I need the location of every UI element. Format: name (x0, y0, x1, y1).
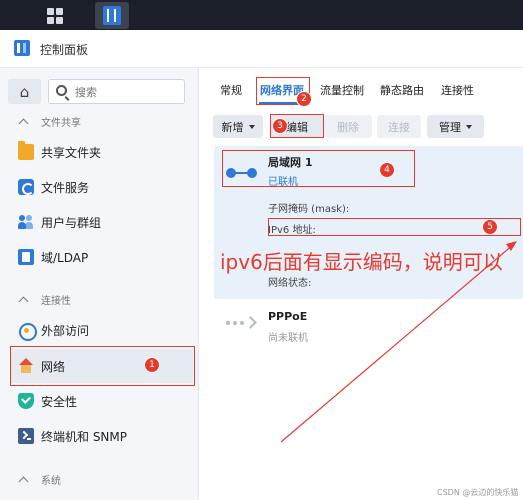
main-menu-button[interactable] (38, 2, 72, 29)
ldap-icon (18, 249, 34, 265)
tab-connectivity[interactable]: 连接性 (441, 82, 474, 98)
new-button[interactable]: 新增 (213, 115, 263, 138)
home-icon: ⌂ (19, 82, 30, 101)
sidebar-item-label: 外部访问 (41, 323, 90, 338)
control-panel-taskbar-button[interactable] (95, 2, 129, 29)
search-input[interactable] (75, 84, 175, 100)
new-button-label: 新增 (221, 120, 244, 134)
section-file-sharing[interactable]: 文件共享 (18, 114, 81, 129)
caret-down-icon (466, 124, 472, 129)
manage-button-label: 管理 (439, 120, 461, 134)
interface-status: 尚未联机 (268, 333, 308, 344)
chevron-up-icon (18, 296, 29, 306)
annotation-badge: 4 (379, 162, 395, 178)
chevron-up-icon (18, 476, 29, 486)
window-titlebar: 控制面板 (0, 30, 523, 68)
tab-static-route[interactable]: 静态路由 (380, 82, 424, 98)
folder-icon (18, 141, 34, 160)
terminal-icon (18, 428, 34, 444)
disconnected-link-icon (226, 316, 257, 329)
connect-button[interactable]: 连接 (377, 115, 421, 138)
search-box[interactable] (48, 79, 185, 104)
grid-icon (47, 7, 63, 24)
control-panel-icon (14, 40, 30, 56)
file-services-icon (18, 179, 34, 195)
sidebar-item-label: 共享文件夹 (41, 145, 102, 160)
section-label: 连接性 (41, 296, 71, 307)
sidebar-item-security[interactable]: 安全性 (10, 384, 193, 418)
sidebar-item-terminal-snmp[interactable]: 终端机和 SNMP (10, 419, 193, 453)
tab-general[interactable]: 常规 (220, 82, 242, 98)
sidebar: ⌂ 文件共享 共享文件夹 文件服务 用户与群组 域/LDAP 连接性 外部访问 … (0, 68, 199, 500)
window-title: 控制面板 (40, 43, 89, 57)
interface-name: PPPoE (268, 310, 308, 323)
section-label: 文件共享 (41, 118, 81, 129)
annotation-box-network (10, 346, 195, 386)
top-taskbar (0, 0, 523, 30)
delete-button[interactable]: 删除 (324, 115, 372, 138)
section-system[interactable]: 系统 (18, 472, 61, 487)
tab-traffic-control[interactable]: 流量控制 (320, 82, 364, 98)
tab-bar: 常规 网络界面 流量控制 静态路由 连接性 (200, 68, 523, 108)
chevron-up-icon (18, 118, 29, 128)
annotation-badge: 5 (482, 219, 498, 235)
sidebar-item-external-access[interactable]: 外部访问 (10, 313, 193, 347)
network-status-label: 网络状态: (268, 278, 312, 289)
manage-button[interactable]: 管理 (427, 115, 484, 138)
search-icon (56, 85, 67, 96)
sidebar-item-domain-ldap[interactable]: 域/LDAP (10, 240, 193, 274)
sidebar-item-file-services[interactable]: 文件服务 (10, 170, 193, 204)
sidebar-item-label: 终端机和 SNMP (41, 429, 127, 444)
annotation-badge: 2 (296, 91, 312, 107)
shield-icon (18, 393, 34, 409)
section-connectivity[interactable]: 连接性 (18, 292, 71, 307)
section-label: 系统 (41, 476, 61, 487)
sidebar-item-label: 文件服务 (41, 180, 90, 195)
subnet-mask-label: 子网掩码 (mask): (268, 204, 350, 215)
watermark: CSDN @云边的快乐猫 (437, 488, 519, 497)
annotation-badge: 1 (144, 357, 160, 373)
connect-button-label: 连接 (388, 120, 410, 134)
sidebar-item-label: 安全性 (41, 394, 78, 409)
sidebar-item-users-groups[interactable]: 用户与群组 (10, 205, 193, 239)
users-icon (18, 214, 34, 230)
interface-list: 局域网 1 已联机 子网掩码 (mask): IPv6 地址: 网络状态: PP… (200, 146, 523, 500)
toolbar: 新增 编辑 删除 连接 管理 (200, 108, 523, 146)
sidebar-item-label: 用户与群组 (41, 215, 102, 230)
caret-down-icon (248, 124, 255, 129)
sidebar-item-label: 域/LDAP (41, 250, 89, 265)
home-button[interactable]: ⌂ (8, 79, 41, 104)
sidebar-item-shared-folder[interactable]: 共享文件夹 (10, 135, 193, 169)
annotation-badge: 3 (272, 118, 288, 134)
external-access-icon (18, 322, 37, 341)
annotation-text: ipv6后面有显示编码，说明可以 (220, 250, 503, 274)
delete-button-label: 删除 (337, 120, 359, 134)
control-panel-icon (103, 6, 121, 25)
